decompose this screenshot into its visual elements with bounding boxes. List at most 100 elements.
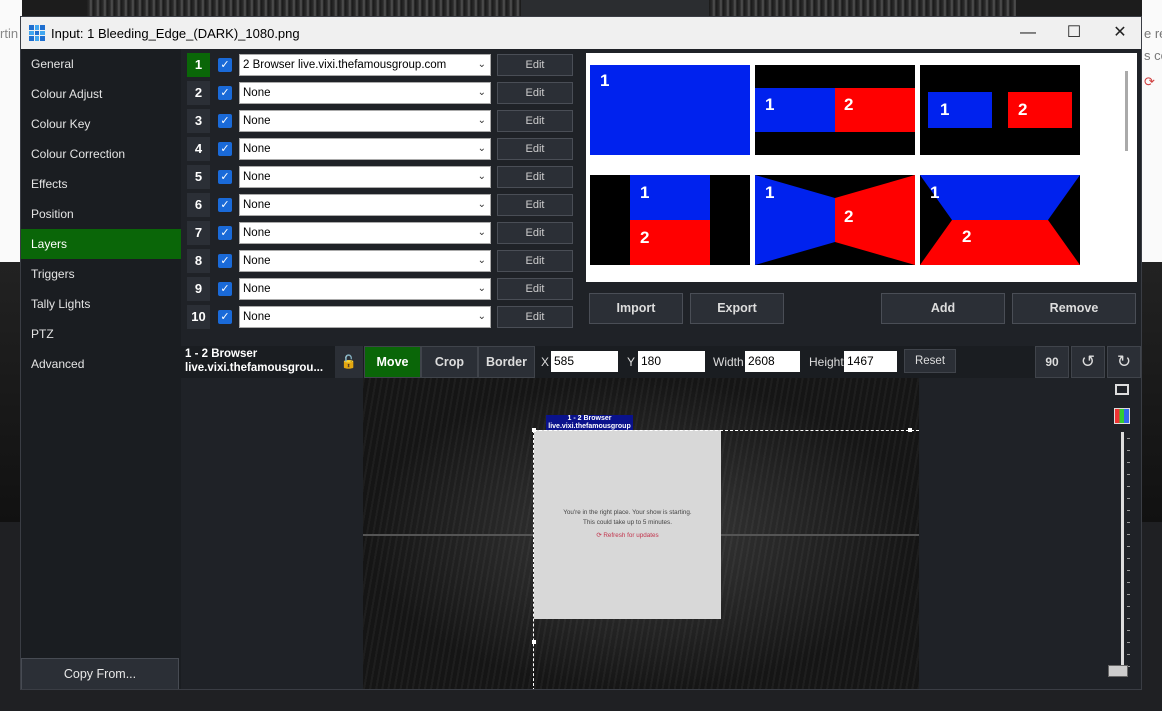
color-bars-icon[interactable] <box>1114 408 1130 424</box>
minimize-button[interactable]: — <box>1005 17 1051 49</box>
layer-enabled-checkbox[interactable]: ✓ <box>218 254 232 268</box>
layer-edit-button[interactable]: Edit <box>497 82 573 104</box>
layer-source-select[interactable]: None ⌄ <box>239 166 491 188</box>
layer-number[interactable]: 10 <box>187 305 210 329</box>
layer-edit-button[interactable]: Edit <box>497 54 573 76</box>
layer-enabled-checkbox[interactable]: ✓ <box>218 198 232 212</box>
sidebar-item-colour-key[interactable]: Colour Key <box>21 109 181 139</box>
import-button[interactable]: Import <box>589 293 683 324</box>
resize-handle[interactable] <box>532 640 536 644</box>
x-label: X <box>541 355 550 369</box>
layer-number[interactable]: 4 <box>187 137 210 161</box>
sidebar-item-triggers[interactable]: Triggers <box>21 259 181 289</box>
layout-preset-perspective-floor[interactable]: 1 2 <box>920 175 1080 265</box>
layer-number[interactable]: 7 <box>187 221 210 245</box>
layer-enabled-checkbox[interactable]: ✓ <box>218 170 232 184</box>
unlock-icon[interactable]: 🔓 <box>335 346 363 378</box>
selected-layer-line1: 1 - 2 Browser <box>185 348 258 360</box>
layer-source-select[interactable]: None ⌄ <box>239 306 491 328</box>
height-input[interactable]: 1467 <box>844 351 897 372</box>
title-bar[interactable]: Input: 1 Bleeding_Edge_(DARK)_1080.png —… <box>21 17 1141 49</box>
layer-edit-button[interactable]: Edit <box>497 194 573 216</box>
zoom-slider-handle[interactable] <box>1108 665 1128 677</box>
layer-source-select[interactable]: None ⌄ <box>239 82 491 104</box>
layer-number[interactable]: 1 <box>187 53 210 77</box>
export-button[interactable]: Export <box>690 293 784 324</box>
layer-row: 7 ✓ None ⌄ Edit <box>187 221 573 245</box>
width-input[interactable]: 2608 <box>745 351 800 372</box>
sidebar-item-layers[interactable]: Layers <box>21 229 181 259</box>
layouts-scrollbar[interactable] <box>1125 71 1128 151</box>
browser-message-line2: This could take up to 5 minutes. <box>583 519 672 526</box>
preview-label-line1: 1 - 2 Browser <box>567 415 612 422</box>
sidebar-item-general[interactable]: General <box>21 49 181 79</box>
layout-preset-side-by-side[interactable]: 1 2 <box>755 65 915 155</box>
layer-enabled-checkbox[interactable]: ✓ <box>218 58 232 72</box>
y-input[interactable]: 180 <box>638 351 705 372</box>
preview-canvas[interactable]: 1 - 2 Browser live.vixi.thefamousgroup Y… <box>363 378 919 689</box>
sidebar-item-advanced[interactable]: Advanced <box>21 349 181 379</box>
layer-row: 6 ✓ None ⌄ Edit <box>187 193 573 217</box>
layer-source-value: None <box>243 143 271 155</box>
layout-preset-split-gap[interactable]: 1 2 <box>920 65 1080 155</box>
layer-source-value: None <box>243 311 271 323</box>
sidebar-item-tally-lights[interactable]: Tally Lights <box>21 289 181 319</box>
layer-edit-button[interactable]: Edit <box>497 138 573 160</box>
layer-number[interactable]: 6 <box>187 193 210 217</box>
crop-mode-button[interactable]: Crop <box>421 346 478 378</box>
rotate-right-icon: ↻ <box>1116 352 1132 371</box>
close-button[interactable]: ✕ <box>1097 17 1141 49</box>
layer-number[interactable]: 2 <box>187 81 210 105</box>
sidebar-item-position[interactable]: Position <box>21 199 181 229</box>
sidebar-item-colour-adjust[interactable]: Colour Adjust <box>21 79 181 109</box>
safe-area-icon[interactable] <box>1115 384 1129 395</box>
x-input[interactable]: 585 <box>551 351 618 372</box>
resize-handle[interactable] <box>532 428 536 432</box>
add-button[interactable]: Add <box>881 293 1005 324</box>
sidebar-item-colour-correction[interactable]: Colour Correction <box>21 139 181 169</box>
layer-edit-button[interactable]: Edit <box>497 278 573 300</box>
layout-preset-fullscreen[interactable]: 1 <box>590 65 750 155</box>
selection-border-left <box>533 430 534 689</box>
layer-edit-button[interactable]: Edit <box>497 166 573 188</box>
rotate-left-button[interactable]: ↺ <box>1071 346 1105 378</box>
maximize-button[interactable]: ☐ <box>1051 17 1097 49</box>
layout-preset-perspective-sides[interactable]: 1 2 <box>755 175 915 265</box>
layer-source-select[interactable]: None ⌄ <box>239 222 491 244</box>
sidebar-item-effects[interactable]: Effects <box>21 169 181 199</box>
browser-layer-frame[interactable]: You're in the right place. Your show is … <box>534 430 721 619</box>
layer-source-value: None <box>243 87 271 99</box>
layer-number[interactable]: 5 <box>187 165 210 189</box>
copy-from-button[interactable]: Copy From... <box>21 658 179 689</box>
remove-button[interactable]: Remove <box>1012 293 1136 324</box>
layer-enabled-checkbox[interactable]: ✓ <box>218 114 232 128</box>
layer-edit-button[interactable]: Edit <box>497 110 573 132</box>
reset-button[interactable]: Reset <box>904 349 956 373</box>
layer-source-select[interactable]: None ⌄ <box>239 110 491 132</box>
border-mode-button[interactable]: Border <box>478 346 535 378</box>
layer-enabled-checkbox[interactable]: ✓ <box>218 86 232 100</box>
layer-source-select[interactable]: None ⌄ <box>239 250 491 272</box>
layer-source-select[interactable]: None ⌄ <box>239 194 491 216</box>
layer-number[interactable]: 9 <box>187 277 210 301</box>
rotate-90-button[interactable]: 90 <box>1035 346 1069 378</box>
resize-handle[interactable] <box>908 428 912 432</box>
layer-source-select[interactable]: None ⌄ <box>239 278 491 300</box>
layer-edit-button[interactable]: Edit <box>497 306 573 328</box>
layer-number[interactable]: 3 <box>187 109 210 133</box>
layout-label: 1 <box>765 95 775 114</box>
zoom-slider-track[interactable] <box>1121 432 1124 674</box>
layer-edit-button[interactable]: Edit <box>497 222 573 244</box>
layer-enabled-checkbox[interactable]: ✓ <box>218 142 232 156</box>
layer-edit-button[interactable]: Edit <box>497 250 573 272</box>
layout-preset-stacked[interactable]: 1 2 <box>590 175 750 265</box>
layer-source-select[interactable]: 2 Browser live.vixi.thefamousgroup.com ⌄ <box>239 54 491 76</box>
rotate-right-button[interactable]: ↻ <box>1107 346 1141 378</box>
layer-enabled-checkbox[interactable]: ✓ <box>218 310 232 324</box>
layer-enabled-checkbox[interactable]: ✓ <box>218 226 232 240</box>
move-mode-button[interactable]: Move <box>364 346 421 378</box>
layer-source-select[interactable]: None ⌄ <box>239 138 491 160</box>
layer-enabled-checkbox[interactable]: ✓ <box>218 282 232 296</box>
sidebar-item-ptz[interactable]: PTZ <box>21 319 181 349</box>
layer-number[interactable]: 8 <box>187 249 210 273</box>
